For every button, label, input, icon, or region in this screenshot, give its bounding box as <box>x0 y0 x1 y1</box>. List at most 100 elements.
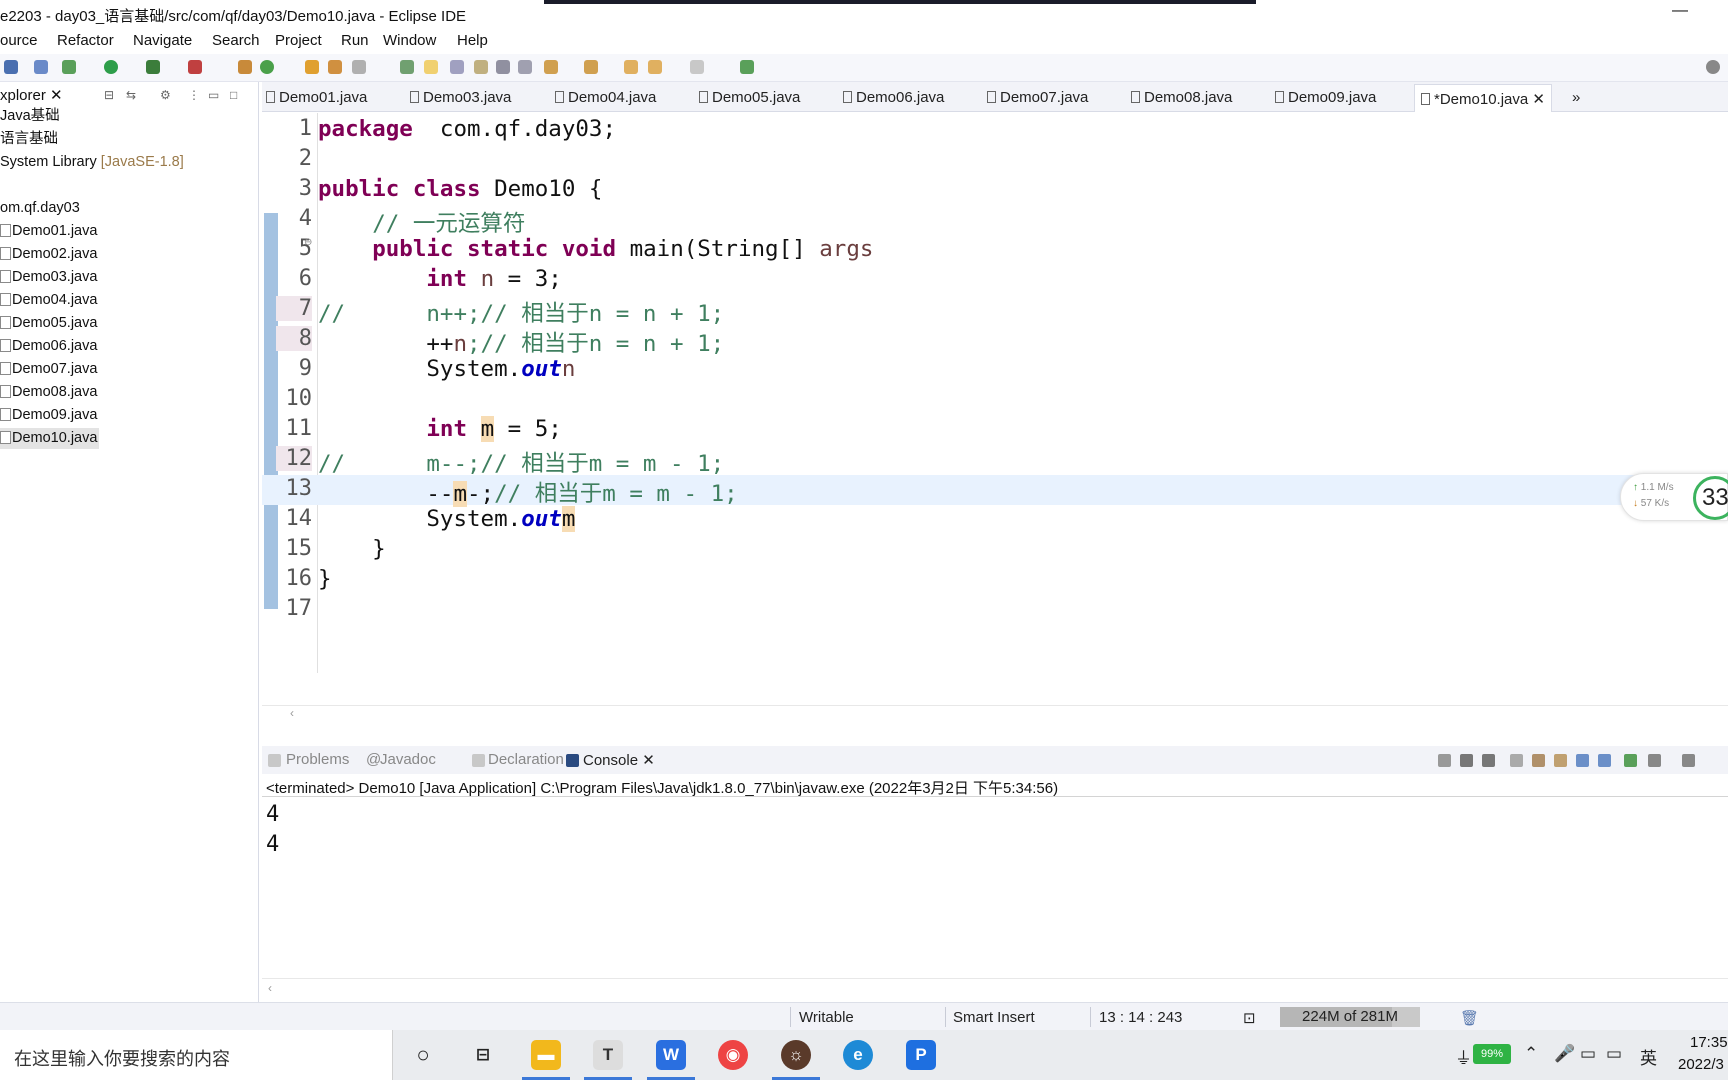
menu-search[interactable]: Search <box>212 32 260 49</box>
editor-horizontal-scrollbar[interactable]: ‹ <box>262 705 1728 720</box>
back-icon[interactable] <box>648 60 662 74</box>
tab-demo10[interactable]: *Demo10.java ✕ <box>1414 84 1552 112</box>
tree-item[interactable]: Demo10.java <box>0 428 100 449</box>
show-on-stdout-icon[interactable] <box>1576 754 1589 767</box>
p-app-icon[interactable]: P <box>906 1040 936 1070</box>
code-line[interactable]: 16} <box>262 565 1728 595</box>
tree-item[interactable]: 语言基础 <box>0 129 60 150</box>
tab-demo07[interactable]: Demo07.java <box>987 89 1088 106</box>
file-explorer-icon[interactable]: ▬ <box>531 1040 561 1070</box>
plug-icon[interactable]: ⏚ <box>1455 1044 1472 1069</box>
eclipse-icon[interactable]: ☼ <box>781 1040 811 1070</box>
tab-demo09[interactable]: Demo09.java <box>1275 89 1376 106</box>
pilcrow-icon[interactable] <box>518 60 532 74</box>
tab-declaration[interactable]: Declaration <box>488 751 564 768</box>
terminate-icon[interactable] <box>1438 754 1451 767</box>
heap-status[interactable]: 224M of 281M <box>1280 1007 1420 1027</box>
remove-all-icon[interactable] <box>1482 754 1495 767</box>
tab-demo08[interactable]: Demo08.java <box>1131 89 1232 106</box>
cortana-icon[interactable]: ○ <box>408 1040 438 1070</box>
coverage-icon[interactable] <box>146 60 160 74</box>
network-speed-widget[interactable]: ↑ 1.1 M/s ↓ 57 K/s 33 <box>1620 473 1728 521</box>
search-tool-icon[interactable] <box>352 60 366 74</box>
mark-occurrences-icon[interactable] <box>424 60 438 74</box>
tab-overflow-button[interactable]: » <box>1572 89 1580 106</box>
link-editor-icon[interactable]: ⇆ <box>126 88 136 102</box>
tab-demo04[interactable]: Demo04.java <box>555 89 656 106</box>
previous-annotation-icon[interactable] <box>584 60 598 74</box>
gc-trash-icon[interactable]: 🗑 <box>1460 1009 1479 1027</box>
menu-navigate[interactable]: Navigate <box>133 32 192 49</box>
code-line[interactable]: 13 --m-;// 相当于m = m - 1; <box>262 475 1728 507</box>
external-tools-icon[interactable] <box>188 60 202 74</box>
status-cursor-position[interactable]: 13 : 14 : 243 <box>1099 1009 1182 1026</box>
tab-problems[interactable]: Problems <box>286 751 349 768</box>
new-class-icon[interactable] <box>260 60 274 74</box>
tab-javadoc[interactable]: Javadoc <box>380 751 436 768</box>
code-line[interactable]: 5 ⊖ public static void main(String[] args <box>262 235 1728 265</box>
console-view[interactable]: <terminated> Demo10 [Java Application] C… <box>262 774 1728 1000</box>
tree-item[interactable]: Demo08.java <box>0 382 99 403</box>
code-line[interactable]: 10 <box>262 385 1728 415</box>
code-line[interactable]: 14 System.outm <box>262 505 1728 535</box>
minimize-view-icon[interactable]: ▭ <box>208 88 219 102</box>
clear-console-icon[interactable] <box>1510 754 1523 767</box>
chrome-icon[interactable]: ◉ <box>718 1040 748 1070</box>
tree-item[interactable]: Demo03.java <box>0 267 99 288</box>
tree-item[interactable]: Demo06.java <box>0 336 99 357</box>
typora-icon[interactable]: T <box>593 1040 623 1070</box>
last-edit-icon[interactable] <box>624 60 638 74</box>
tab-demo05[interactable]: Demo05.java <box>699 89 800 106</box>
run-icon[interactable] <box>104 60 118 74</box>
tab-demo06[interactable]: Demo06.java <box>843 89 944 106</box>
code-line[interactable]: 4 // 一元运算符 <box>262 205 1728 237</box>
code-line[interactable]: 1 package com.qf.day03; <box>262 115 1728 145</box>
menu-run[interactable]: Run <box>341 32 369 49</box>
skip-breakpoints-icon[interactable] <box>34 60 48 74</box>
console-horizontal-scrollbar[interactable]: ‹ <box>262 978 1728 996</box>
code-line[interactable]: 6 int n = 3; <box>262 265 1728 295</box>
open-console-icon[interactable] <box>1682 754 1695 767</box>
menu-project[interactable]: Project <box>275 32 322 49</box>
wps-icon[interactable]: W <box>656 1040 686 1070</box>
annotation-icon[interactable] <box>400 60 414 74</box>
minimize-button[interactable]: — <box>1672 2 1688 20</box>
fold-toggle-icon[interactable]: ⊖ <box>304 237 312 248</box>
menu-source[interactable]: ource <box>0 32 38 49</box>
code-line[interactable]: 8 ++n;// 相当于n = n + 1; <box>262 325 1728 357</box>
scroll-lock-icon[interactable] <box>1532 754 1545 767</box>
word-wrap-console-icon[interactable] <box>1554 754 1567 767</box>
tree-item[interactable]: Demo04.java <box>0 290 99 311</box>
tree-item[interactable]: Demo09.java <box>0 405 99 426</box>
code-line[interactable]: 12// m--;// 相当于m = m - 1; <box>262 445 1728 477</box>
taskbar-search-box[interactable]: 在这里输入你要搜索的内容 <box>0 1030 393 1080</box>
code-line[interactable]: 3 public class Demo10 { <box>262 175 1728 205</box>
maximize-view-icon[interactable]: □ <box>230 88 237 102</box>
tab-demo03[interactable]: Demo03.java <box>410 89 511 106</box>
tree-item[interactable]: System Library [JavaSE-1.8] <box>0 152 186 173</box>
chevron-up-icon[interactable]: ⌃ <box>1524 1044 1538 1064</box>
open-type-icon[interactable] <box>305 60 319 74</box>
next-annotation-icon[interactable] <box>544 60 558 74</box>
tab-console[interactable]: Console ✕ <box>583 751 655 769</box>
close-icon[interactable]: ✕ <box>50 87 63 104</box>
pin-console-icon[interactable] <box>1624 754 1637 767</box>
clock-date[interactable]: 2022/3 <box>1678 1056 1724 1073</box>
code-line[interactable]: 7// n++;// 相当于n = n + 1; <box>262 295 1728 327</box>
menu-help[interactable]: Help <box>457 32 488 49</box>
code-line[interactable]: 17 <box>262 595 1728 625</box>
tab-demo01[interactable]: Demo01.java <box>266 89 367 106</box>
edge-icon[interactable]: e <box>843 1040 873 1070</box>
close-icon[interactable]: ✕ <box>1532 91 1545 108</box>
code-line[interactable]: 9 System.outn <box>262 355 1728 385</box>
show-whitespace-icon[interactable] <box>496 60 510 74</box>
code-editor[interactable]: 1 package com.qf.day03; 2 3 public class Dem… <box>262 113 1728 723</box>
tree-item[interactable]: om.qf.day03 <box>0 198 82 219</box>
word-wrap-icon[interactable] <box>450 60 464 74</box>
tree-item[interactable]: Demo07.java <box>0 359 99 380</box>
microphone-icon[interactable]: 🎤 <box>1554 1044 1575 1064</box>
debug-icon[interactable] <box>62 60 76 74</box>
menu-refactor[interactable]: Refactor <box>57 32 114 49</box>
close-icon[interactable]: ✕ <box>642 752 655 769</box>
code-line[interactable]: 2 <box>262 145 1728 175</box>
